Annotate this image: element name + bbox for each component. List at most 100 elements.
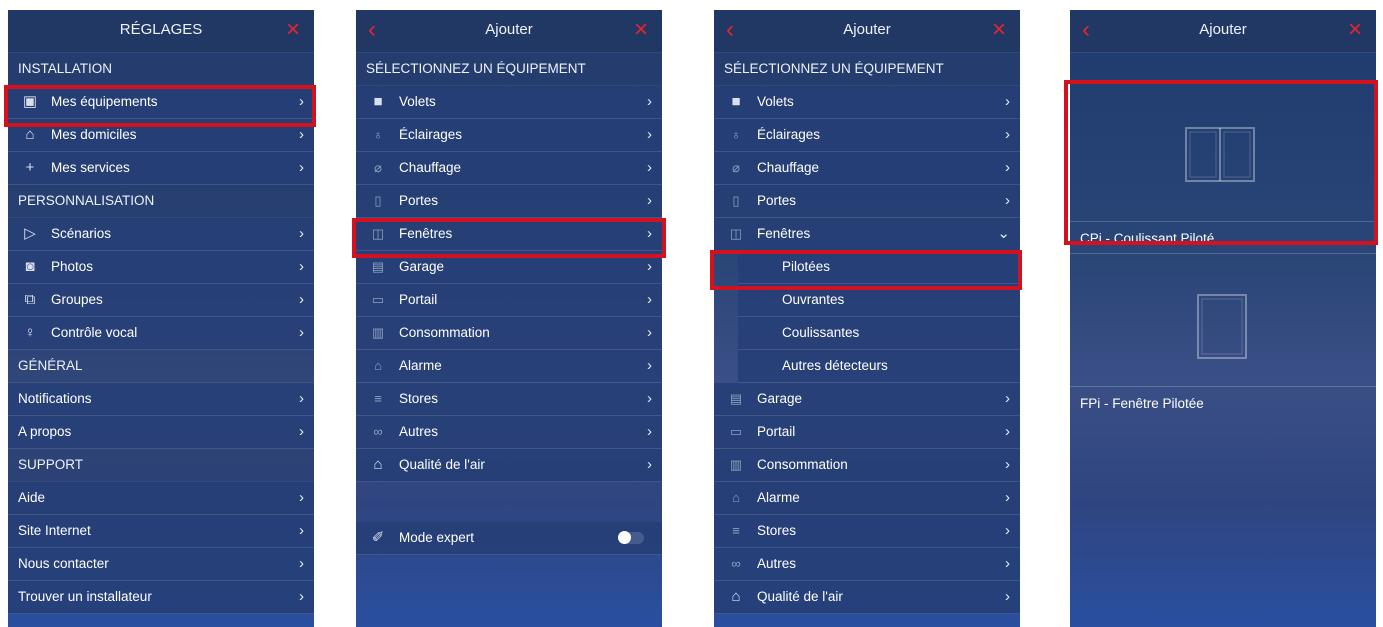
door-icon: ▯ [732,193,740,208]
equipment-label: Garage [399,259,445,274]
settings-title: RÉGLAGES [119,21,203,38]
chevron-right-icon: › [647,456,652,473]
equipment-label: Portes [399,193,439,208]
chevron-right-icon: › [647,258,652,275]
card-label: CPi - Coulissant Piloté [1080,231,1215,246]
card-fenetre-pilotee[interactable]: FPi - Fenêtre Pilotée [1070,274,1376,442]
add-title: Ajouter [1199,21,1247,38]
menu-item-groupes[interactable]: ⧉ Groupes › [8,284,314,317]
chevron-right-icon: › [299,555,304,572]
subitem-ouvrantes[interactable]: Ouvrantes [738,284,1020,317]
subitem-coulissantes[interactable]: Coulissantes [738,317,1020,350]
menu-item-aide[interactable]: Aide › [8,482,314,515]
menu-item-trouver-installateur[interactable]: Trouver un installateur › [8,581,314,614]
menu-item-label: Site Internet [18,523,91,538]
chevron-right-icon: › [299,126,304,143]
bulb-icon: ♁ [731,127,741,142]
add-equipment-expanded-panel: ‹ Ajouter × SÉLECTIONNEZ UN ÉQUIPEMENT ■… [714,10,1020,627]
consumption-icon: ▥ [729,457,743,472]
equipment-garage[interactable]: ▤ Garage › [356,251,662,284]
close-icon[interactable]: × [992,17,1006,43]
equipment-eclairages[interactable]: ♁ Éclairages › [356,119,662,152]
close-icon[interactable]: × [634,17,648,43]
section-support: SUPPORT [8,449,314,482]
chevron-right-icon: › [299,423,304,440]
home-icon: ⌂ [25,126,35,143]
chevron-down-icon: ⌄ [997,225,1010,242]
menu-item-photos[interactable]: ◙ Photos › [8,251,314,284]
window-icon: ◫ [371,226,385,241]
equipment-portes[interactable]: ▯ Portes › [356,185,662,218]
equipment-fenetres[interactable]: ◫ Fenêtres › [356,218,662,251]
menu-item-nous-contacter[interactable]: Nous contacter › [8,548,314,581]
equipment-portes[interactable]: ▯ Portes › [714,185,1020,218]
menu-item-a-propos[interactable]: A propos › [8,416,314,449]
equipment-portail[interactable]: ▭ Portail › [356,284,662,317]
equipment-autres[interactable]: ∞ Autres › [356,416,662,449]
equipment-label: Autres [399,424,439,439]
equipment-garage[interactable]: ▤ Garage › [714,383,1020,416]
subitem-label: Pilotées [782,259,831,274]
equipment-chauffage[interactable]: ⌀ Chauffage › [714,152,1020,185]
equipment-consommation[interactable]: ▥ Consommation › [714,449,1020,482]
menu-item-mes-domiciles[interactable]: ⌂ Mes domiciles › [8,119,314,152]
menu-item-mes-services[interactable]: + Mes services › [8,152,314,185]
equipment-portail[interactable]: ▭ Portail › [714,416,1020,449]
gate-icon: ▭ [371,292,385,307]
equipment-stores[interactable]: ≡ Stores › [714,515,1020,548]
equipment-qualite-air[interactable]: ⌂ Qualité de l'air › [356,449,662,482]
equipment-alarme[interactable]: ⌂ Alarme › [714,482,1020,515]
equipment-stores[interactable]: ≡ Stores › [356,383,662,416]
settings-header: RÉGLAGES × [8,10,314,53]
equipment-autres[interactable]: ∞ Autres › [714,548,1020,581]
menu-item-site-internet[interactable]: Site Internet › [8,515,314,548]
garage-icon: ▤ [371,259,385,274]
equipment-label: Chauffage [757,160,820,175]
menu-item-label: A propos [18,424,72,439]
chevron-right-icon: › [299,93,304,110]
chevron-right-icon: › [1005,423,1010,440]
play-circle-icon: ▷ [24,225,36,242]
chevron-right-icon: › [1005,93,1010,110]
equipment-volets[interactable]: ■ Volets › [714,86,1020,119]
equipment-eclairages[interactable]: ♁ Éclairages › [714,119,1020,152]
add-window-type-panel: ‹ Ajouter × CPi - Coulissant Piloté FPi … [1070,10,1376,627]
subitem-autres-detecteurs[interactable]: Autres détecteurs [738,350,1020,383]
chevron-right-icon: › [299,324,304,341]
bulb-icon: ♁ [373,127,383,142]
mode-expert-toggle[interactable] [618,531,644,544]
garage-icon: ▤ [729,391,743,406]
groups-icon: ⧉ [24,291,36,308]
chevron-right-icon: › [299,258,304,275]
window-icon: ◫ [729,226,743,241]
equipment-volets[interactable]: ■ Volets › [356,86,662,119]
chevron-right-icon: › [299,225,304,242]
menu-item-label: Contrôle vocal [51,325,138,340]
equipment-consommation[interactable]: ▥ Consommation › [356,317,662,350]
equipment-alarme[interactable]: ⌂ Alarme › [356,350,662,383]
subitem-pilotees[interactable]: Pilotées [738,251,1020,284]
equipment-label: Qualité de l'air [757,589,843,604]
equipment-qualite-air[interactable]: ⌂ Qualité de l'air › [714,581,1020,614]
subitem-label: Coulissantes [782,325,860,340]
more-icon: ∞ [731,556,741,571]
menu-item-scenarios[interactable]: ▷ Scénarios › [8,218,314,251]
menu-item-label: Mes domiciles [51,127,137,142]
close-icon[interactable]: × [286,17,300,43]
equipment-icon: ▣ [22,93,38,110]
menu-item-mes-equipements[interactable]: ▣ Mes équipements › [8,86,314,119]
menu-item-controle-vocal[interactable]: ♀ Contrôle vocal › [8,317,314,350]
close-icon[interactable]: × [1348,17,1362,43]
chevron-right-icon: › [647,357,652,374]
card-coulissant-pilote[interactable]: CPi - Coulissant Piloté [1070,85,1376,254]
equipment-fenetres[interactable]: ◫ Fenêtres ⌄ [714,218,1020,251]
chevron-right-icon: › [299,522,304,539]
equipment-chauffage[interactable]: ⌀ Chauffage › [356,152,662,185]
chevron-right-icon: › [647,159,652,176]
add-title: Ajouter [843,21,891,38]
plus-icon: + [25,159,35,176]
chevron-right-icon: › [1005,522,1010,539]
settings-panel: RÉGLAGES × INSTALLATION ▣ Mes équipement… [8,10,314,627]
menu-item-notifications[interactable]: Notifications › [8,383,314,416]
